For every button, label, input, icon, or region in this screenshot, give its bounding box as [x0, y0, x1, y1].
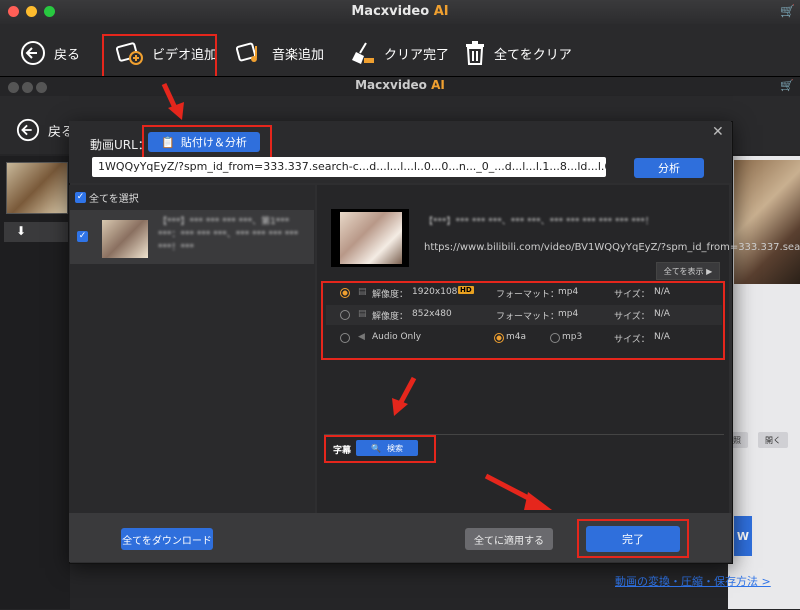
cart-icon[interactable]: 🛒 — [780, 4, 795, 18]
add-music-button[interactable]: 音楽追加 — [236, 40, 324, 66]
apply-all-button[interactable]: 全てに適用する — [465, 528, 553, 550]
highlight-done — [577, 519, 689, 558]
item-title: 【***】*** *** *** ***、第1*** ***：*** *** *… — [158, 217, 299, 253]
clear-all-button[interactable]: 全てをクリア — [464, 40, 572, 66]
back-button[interactable]: 戻る — [20, 40, 80, 66]
back-label: 戻る — [54, 47, 81, 63]
show-all-button[interactable]: 全てを表示 ▶ — [656, 262, 720, 280]
open-button[interactable]: 開く — [758, 432, 788, 448]
show-all-label: 全てを表示 — [663, 266, 704, 276]
url-input[interactable]: 1WQQyYqEyZ/?spm_id_from=333.337.search-c… — [92, 157, 606, 177]
checkbox-icon: ✓ — [75, 192, 86, 203]
analyze-button[interactable]: 分析 — [634, 158, 704, 178]
arrow-annotation — [161, 82, 184, 120]
add-music-label: 音楽追加 — [272, 47, 325, 63]
trash-icon — [466, 41, 484, 65]
select-all-checkbox[interactable]: ✓ 全てを選択 — [75, 190, 139, 205]
help-link[interactable]: 動画の変換・圧縮・保存方法 > — [615, 573, 771, 589]
back-arrow-icon — [21, 41, 45, 65]
clear-done-button[interactable]: クリア完了 — [350, 40, 449, 66]
close-icon[interactable]: ✕ — [712, 124, 724, 140]
bg-cart-icon: 🛒 — [780, 79, 794, 92]
url-label: 動画URL： — [90, 138, 150, 152]
add-music-icon — [236, 42, 257, 62]
broom-icon — [352, 42, 374, 64]
run-button[interactable]: W — [734, 516, 752, 556]
app-title: Macxvideo AI — [351, 4, 449, 19]
select-all-label: 全てを選択 — [89, 194, 139, 205]
highlight-add-video — [102, 34, 217, 80]
clear-done-label: クリア完了 — [384, 47, 450, 63]
item-checkbox[interactable]: ✓ — [77, 231, 88, 242]
right-thumbnail — [734, 160, 800, 284]
arrow-annotation — [484, 473, 552, 510]
left-download-bar: ⬇ — [4, 222, 68, 242]
download-arrow-icon: ⬇ — [16, 224, 27, 238]
highlight-formats — [321, 281, 725, 360]
highlight-subtitle — [324, 435, 436, 463]
bg-window-title: Macxvideo AI — [355, 78, 445, 92]
bg-back-arrow-icon — [16, 118, 40, 142]
item-thumbnail — [102, 220, 148, 258]
video-thumbnail-image — [340, 212, 402, 264]
highlight-paste — [142, 125, 272, 159]
video-url: https://www.bilibili.com/video/BV1WQQyYq… — [424, 242, 800, 253]
arrow-annotation — [392, 376, 417, 416]
clear-all-label: 全てをクリア — [494, 47, 572, 63]
download-all-button[interactable]: 全てをダウンロード — [121, 528, 213, 550]
bg-back-button: 戻る — [16, 118, 74, 142]
left-thumbnail — [6, 162, 68, 214]
video-title: 【***】*** *** ***、*** ***、*** *** *** ***… — [424, 217, 654, 227]
